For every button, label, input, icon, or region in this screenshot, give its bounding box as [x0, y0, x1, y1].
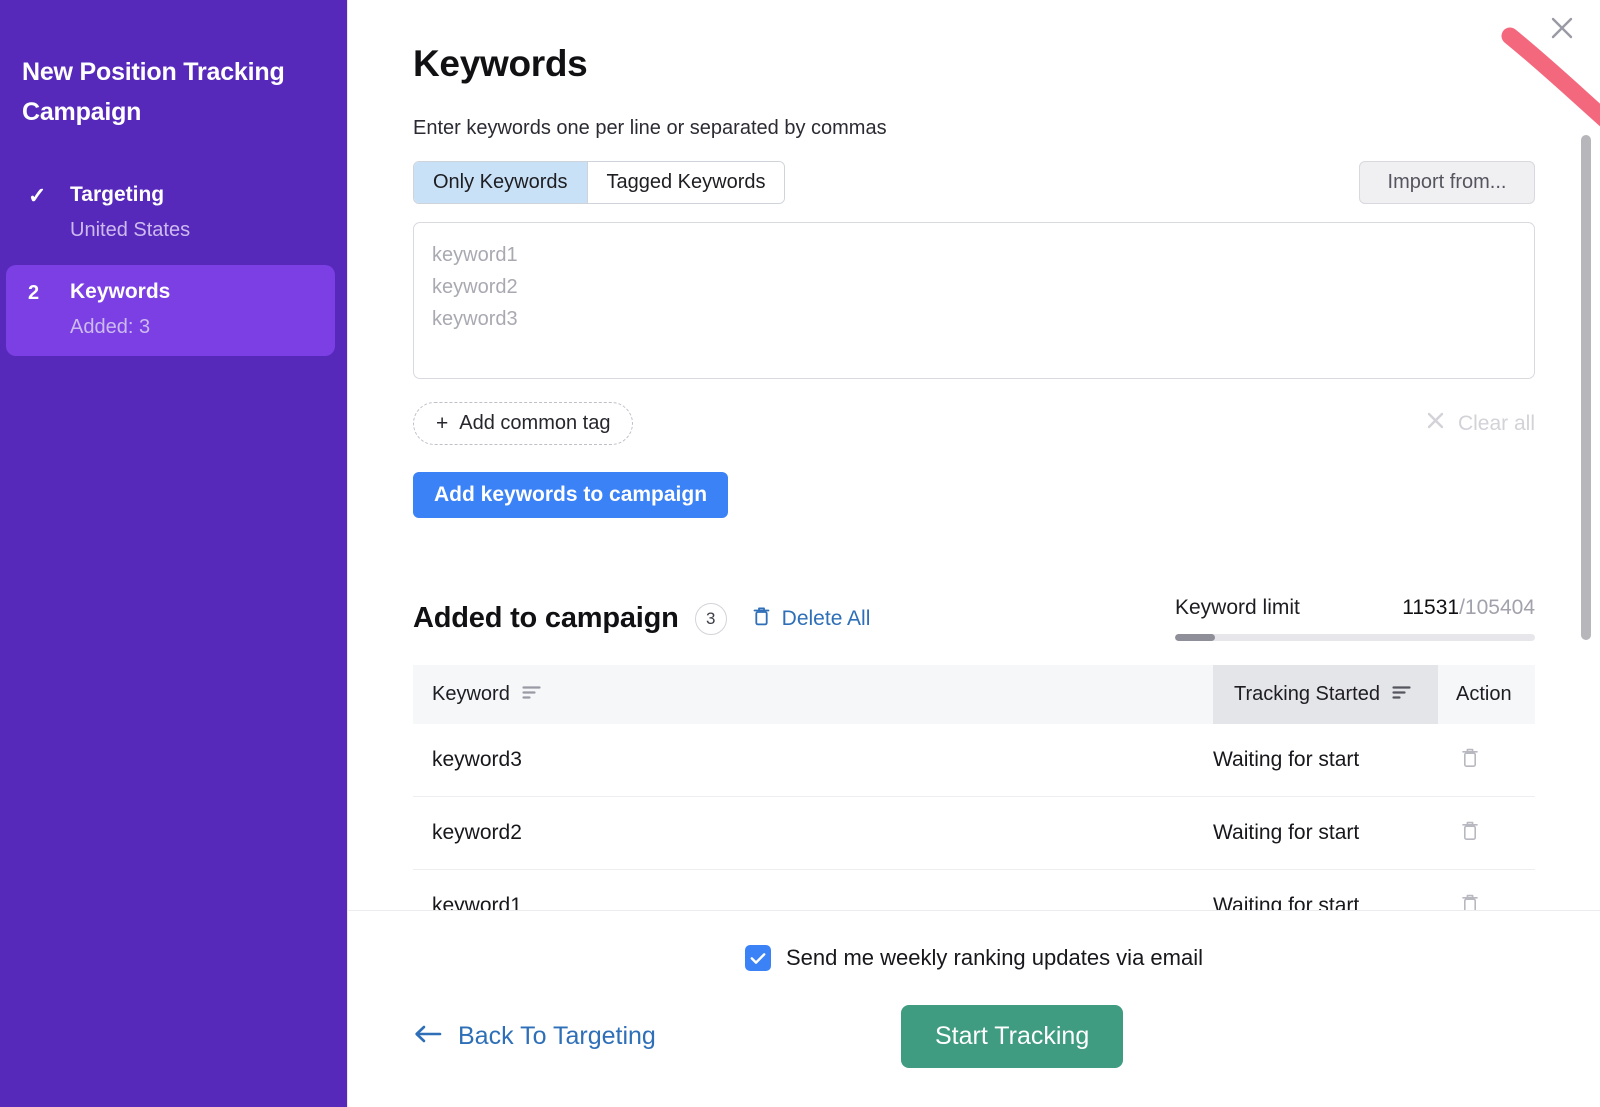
keyword-limit-block: Keyword limit 11531/105404 [1175, 596, 1535, 641]
campaign-sidebar: New Position Tracking Campaign ✓ Targeti… [0, 0, 347, 1107]
position-tracking-campaign-modal: New Position Tracking Campaign ✓ Targeti… [0, 0, 1600, 1107]
delete-all-button[interactable]: Delete All [752, 605, 871, 633]
sidebar-item-keywords[interactable]: 2 Keywords Added: 3 [6, 265, 335, 356]
sidebar-campaign-title: New Position Tracking Campaign [0, 0, 347, 132]
keywords-content: Keywords Enter keywords one per line or … [348, 0, 1600, 910]
add-common-tag-button[interactable]: + Add common tag [413, 402, 633, 445]
add-common-tag-label: Add common tag [459, 412, 610, 435]
add-keywords-to-campaign-button[interactable]: Add keywords to campaign [413, 472, 728, 518]
cell-keyword: keyword1 [413, 894, 1213, 910]
sidebar-item-targeting[interactable]: ✓ Targeting United States [6, 168, 335, 259]
vertical-scrollbar[interactable] [1580, 0, 1592, 910]
column-header-tracking-started[interactable]: Tracking Started [1213, 665, 1438, 724]
keyword-limit-label: Keyword limit [1175, 596, 1300, 620]
keywords-instructions: Enter keywords one per line or separated… [413, 115, 1535, 141]
added-to-campaign-left: Added to campaign 3 Delete All [413, 602, 870, 635]
added-to-campaign-title: Added to campaign [413, 602, 679, 635]
close-icon [1426, 411, 1445, 436]
column-header-keyword-label: Keyword [432, 683, 510, 706]
step-body-targeting: Targeting United States [70, 182, 317, 243]
added-count-badge: 3 [695, 603, 727, 635]
sidebar-item-label-keywords: Keywords [70, 279, 317, 305]
step-body-keywords: Keywords Added: 3 [70, 279, 317, 340]
keyword-limit-progress-bar [1175, 634, 1535, 641]
keyword-limit-used: 11531 [1402, 596, 1459, 619]
step-marker-keywords: 2 [28, 279, 70, 306]
weekly-updates-label: Send me weekly ranking updates via email [786, 945, 1203, 971]
step-marker-targeting: ✓ [28, 182, 70, 210]
cell-tracking-started: Waiting for start [1213, 748, 1438, 772]
campaign-step-list: ✓ Targeting United States 2 Keywords Add… [0, 168, 347, 356]
keyword-limit-total: 105404 [1465, 596, 1535, 619]
cell-tracking-started: Waiting for start [1213, 821, 1438, 845]
cell-keyword: keyword2 [413, 821, 1213, 845]
back-to-targeting-button[interactable]: Back To Targeting [413, 1022, 656, 1051]
trash-icon [752, 605, 771, 633]
footer-actions: Back To Targeting Start Tracking [413, 1001, 1535, 1071]
keyword-limit-row: Keyword limit 11531/105404 [1175, 596, 1535, 620]
weekly-updates-checkbox-row[interactable]: Send me weekly ranking updates via email [413, 911, 1535, 971]
column-header-action: Action [1438, 683, 1535, 706]
clear-all-button[interactable]: Clear all [1426, 411, 1535, 436]
check-icon: ✓ [28, 183, 46, 209]
tab-tagged-keywords[interactable]: Tagged Keywords [587, 162, 785, 203]
table-header-row: Keyword Tracking Started [413, 665, 1535, 724]
sidebar-item-label-targeting: Targeting [70, 182, 317, 208]
main-panel: Keywords Enter keywords one per line or … [347, 0, 1600, 1107]
tab-only-keywords[interactable]: Only Keywords [414, 162, 587, 203]
delete-row-button[interactable] [1438, 819, 1535, 848]
keyword-mode-segmented-control: Only Keywords Tagged Keywords [413, 161, 785, 204]
scrollbar-thumb[interactable] [1581, 135, 1591, 640]
table-row: keyword2 Waiting for start [413, 797, 1535, 870]
added-to-campaign-header: Added to campaign 3 Delete All [413, 596, 1535, 641]
modal-footer: Send me weekly ranking updates via email… [348, 910, 1600, 1107]
keyword-mode-row: Only Keywords Tagged Keywords Import fro… [413, 161, 1535, 204]
keyword-limit-value: 11531/105404 [1402, 596, 1535, 620]
start-tracking-button[interactable]: Start Tracking [901, 1005, 1123, 1068]
table-row: keyword3 Waiting for start [413, 724, 1535, 797]
sidebar-item-sub-keywords: Added: 3 [70, 314, 317, 340]
clear-all-label: Clear all [1458, 412, 1535, 436]
sort-icon[interactable] [522, 683, 541, 706]
added-keywords-table: Keyword Tracking Started [413, 665, 1535, 910]
tag-and-clear-row: + Add common tag Clear all [413, 402, 1535, 445]
column-header-tracking-started-label: Tracking Started [1234, 683, 1380, 706]
column-header-action-label: Action [1456, 683, 1512, 706]
cell-keyword: keyword3 [413, 748, 1213, 772]
delete-all-label: Delete All [782, 607, 871, 631]
keywords-scroll-area: Keywords Enter keywords one per line or … [348, 0, 1600, 910]
arrow-left-icon [413, 1022, 442, 1051]
keyword-limit-progress-fill [1175, 634, 1215, 641]
column-header-keyword[interactable]: Keyword [413, 683, 1213, 706]
back-to-targeting-label: Back To Targeting [458, 1022, 656, 1051]
import-from-button[interactable]: Import from... [1359, 161, 1535, 204]
page-title: Keywords [413, 40, 1535, 88]
delete-row-button[interactable] [1438, 746, 1535, 775]
table-row: keyword1 Waiting for start [413, 870, 1535, 910]
cell-tracking-started: Waiting for start [1213, 894, 1438, 910]
sidebar-item-sub-targeting: United States [70, 217, 317, 243]
weekly-updates-checkbox[interactable] [745, 945, 771, 971]
keywords-input[interactable] [413, 222, 1535, 379]
sort-icon[interactable] [1392, 683, 1411, 706]
delete-row-button[interactable] [1438, 892, 1535, 911]
plus-icon: + [436, 413, 448, 434]
